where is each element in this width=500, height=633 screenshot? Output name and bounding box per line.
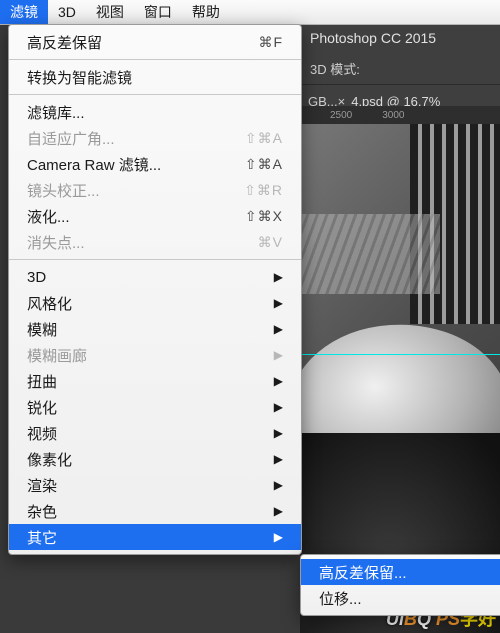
menu-filter[interactable]: 滤镜 bbox=[0, 0, 48, 24]
menu-adaptive-wide-angle: 自适应广角... ⇧⌘A bbox=[9, 125, 301, 151]
menu-group-blur-gallery: 模糊画廊 ▶ bbox=[9, 342, 301, 368]
menu-item-label: 其它 bbox=[27, 527, 254, 548]
menu-group-distort[interactable]: 扭曲 ▶ bbox=[9, 368, 301, 394]
submenu-arrow-icon: ▶ bbox=[274, 426, 283, 440]
ruler-tick: 3000 bbox=[382, 110, 404, 121]
menu-group-blur[interactable]: 模糊 ▶ bbox=[9, 316, 301, 342]
menu-item-label: Camera Raw 滤镜... bbox=[27, 154, 245, 175]
menu-group-pixelate[interactable]: 像素化 ▶ bbox=[9, 446, 301, 472]
menu-vanishing-point: 消失点... ⌘V bbox=[9, 229, 301, 255]
menu-item-label: 消失点... bbox=[27, 232, 258, 253]
submenu-arrow-icon: ▶ bbox=[274, 348, 283, 362]
menu-group-render[interactable]: 渲染 ▶ bbox=[9, 472, 301, 498]
menu-item-label: 扭曲 bbox=[27, 371, 254, 392]
submenu-arrow-icon: ▶ bbox=[274, 400, 283, 414]
filter-menu-dropdown: 高反差保留 ⌘F 转换为智能滤镜 滤镜库... 自适应广角... ⇧⌘A Cam… bbox=[8, 24, 302, 555]
photo-detail bbox=[300, 214, 440, 294]
menu-item-label: 转换为智能滤镜 bbox=[27, 67, 283, 88]
menu-convert-smart-filter[interactable]: 转换为智能滤镜 bbox=[9, 64, 301, 90]
menu-item-label: 风格化 bbox=[27, 293, 254, 314]
menu-group-stylize[interactable]: 风格化 ▶ bbox=[9, 290, 301, 316]
menu-item-label: 滤镜库... bbox=[27, 102, 283, 123]
menubar: 滤镜 3D 视图 窗口 帮助 bbox=[0, 0, 500, 25]
menu-item-label: 模糊画廊 bbox=[27, 345, 254, 366]
submenu-arrow-icon: ▶ bbox=[274, 530, 283, 544]
submenu-arrow-icon: ▶ bbox=[274, 322, 283, 336]
submenu-arrow-icon: ▶ bbox=[274, 374, 283, 388]
menu-item-shortcut: ⇧⌘A bbox=[245, 156, 283, 173]
menu-high-pass[interactable]: 高反差保留... bbox=[301, 559, 500, 585]
menu-item-shortcut: ⌘F bbox=[258, 34, 283, 51]
menu-help[interactable]: 帮助 bbox=[182, 0, 230, 24]
options-bar: 3D 模式: bbox=[300, 52, 500, 84]
menu-item-label: 高反差保留 bbox=[27, 32, 258, 53]
menu-item-label: 自适应广角... bbox=[27, 128, 245, 149]
menu-separator bbox=[9, 94, 301, 95]
menu-window[interactable]: 窗口 bbox=[134, 0, 182, 24]
menu-item-shortcut: ⇧⌘X bbox=[245, 208, 283, 225]
menu-item-label: 锐化 bbox=[27, 397, 254, 418]
menu-item-label: 3D bbox=[27, 269, 254, 286]
menu-item-shortcut: ⇧⌘R bbox=[244, 182, 283, 199]
menu-item-label: 镜头校正... bbox=[27, 180, 244, 201]
submenu-arrow-icon: ▶ bbox=[274, 478, 283, 492]
ruler-tick: 2500 bbox=[330, 110, 352, 121]
filter-other-submenu: 高反差保留... 位移... bbox=[300, 554, 500, 616]
menu-offset[interactable]: 位移... bbox=[301, 585, 500, 611]
menu-item-label: 液化... bbox=[27, 206, 245, 227]
menu-item-label: 像素化 bbox=[27, 449, 254, 470]
menu-item-label: 渲染 bbox=[27, 475, 254, 496]
menu-item-label: 位移... bbox=[319, 588, 491, 609]
submenu-arrow-icon: ▶ bbox=[274, 270, 283, 284]
submenu-arrow-icon: ▶ bbox=[274, 504, 283, 518]
menu-item-label: 高反差保留... bbox=[319, 562, 491, 583]
menu-item-label: 模糊 bbox=[27, 319, 254, 340]
horizontal-guide[interactable] bbox=[300, 354, 500, 355]
menu-last-filter[interactable]: 高反差保留 ⌘F bbox=[9, 29, 301, 55]
app-topbar: Photoshop CC 2015 3D 模式: GB... × 4.psd @… bbox=[300, 24, 500, 106]
app-title: Photoshop CC 2015 bbox=[300, 24, 500, 52]
submenu-arrow-icon: ▶ bbox=[274, 296, 283, 310]
menu-group-other[interactable]: 其它 ▶ bbox=[9, 524, 301, 550]
horizontal-ruler: 2500 3000 bbox=[300, 106, 500, 124]
menu-group-3d[interactable]: 3D ▶ bbox=[9, 264, 301, 290]
menu-filter-gallery[interactable]: 滤镜库... bbox=[9, 99, 301, 125]
menu-3d[interactable]: 3D bbox=[48, 0, 86, 24]
menu-item-label: 视频 bbox=[27, 423, 254, 444]
menu-group-sharpen[interactable]: 锐化 ▶ bbox=[9, 394, 301, 420]
menu-group-video[interactable]: 视频 ▶ bbox=[9, 420, 301, 446]
menu-view[interactable]: 视图 bbox=[86, 0, 134, 24]
menu-item-shortcut: ⌘V bbox=[258, 234, 283, 251]
menu-group-noise[interactable]: 杂色 ▶ bbox=[9, 498, 301, 524]
submenu-arrow-icon: ▶ bbox=[274, 452, 283, 466]
menu-camera-raw-filter[interactable]: Camera Raw 滤镜... ⇧⌘A bbox=[9, 151, 301, 177]
menu-item-label: 杂色 bbox=[27, 501, 254, 522]
mode-3d-label: 3D 模式: bbox=[310, 59, 360, 78]
menu-separator bbox=[9, 59, 301, 60]
menu-lens-correction: 镜头校正... ⇧⌘R bbox=[9, 177, 301, 203]
menu-liquify[interactable]: 液化... ⇧⌘X bbox=[9, 203, 301, 229]
menu-separator bbox=[9, 259, 301, 260]
menu-item-shortcut: ⇧⌘A bbox=[245, 130, 283, 147]
